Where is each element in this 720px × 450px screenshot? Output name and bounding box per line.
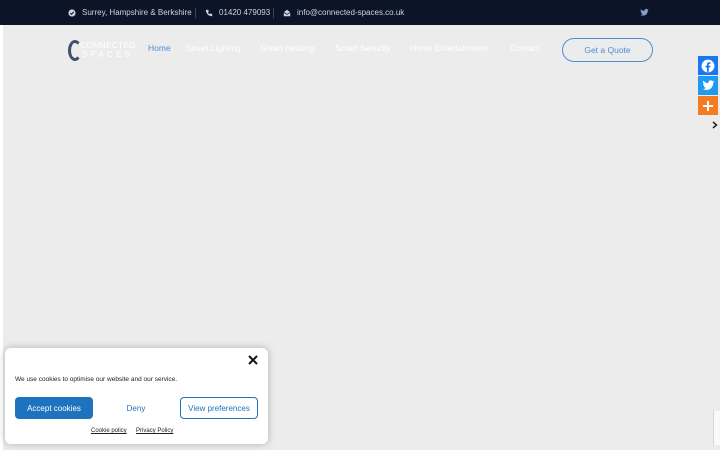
nav-contact[interactable]: Contact: [510, 43, 539, 57]
more-share-button[interactable]: [698, 96, 718, 115]
envelope-icon: [283, 9, 291, 16]
privacy-policy-link[interactable]: Privacy Policy: [136, 428, 173, 434]
deny-cookies-button[interactable]: Deny: [97, 397, 175, 419]
twitter-share-button[interactable]: [698, 76, 718, 95]
nav-smart-lighting[interactable]: Smart Lighting: [186, 43, 241, 57]
phone-icon: [205, 9, 213, 16]
more-plus-icon: [703, 100, 713, 111]
logo-line1: CONNECTED: [80, 40, 136, 50]
facebook-share-button[interactable]: [698, 56, 718, 75]
phone-item[interactable]: 01420 479093: [205, 0, 270, 25]
accept-cookies-button[interactable]: Accept cookies: [15, 397, 93, 419]
location-text: Surrey, Hampshire & Berkshire: [82, 8, 192, 17]
nav-home[interactable]: Home: [148, 43, 171, 57]
phone-text[interactable]: 01420 479093: [219, 8, 270, 17]
twitter-icon: [702, 80, 714, 90]
twitter-icon[interactable]: [640, 8, 649, 17]
nav-smart-security[interactable]: Smart Security: [335, 43, 391, 57]
divider: [195, 8, 196, 18]
view-preferences-button[interactable]: View preferences: [180, 397, 258, 419]
check-circle-icon: [68, 8, 76, 17]
divider: [273, 8, 274, 18]
nav-home-entertainment[interactable]: Home Entertainment: [410, 43, 488, 57]
nav-smart-heating[interactable]: Smart Heating: [260, 43, 314, 57]
top-contact-bar: Surrey, Hampshire & Berkshire 01420 4790…: [0, 0, 720, 25]
get-a-quote-button[interactable]: Get a Quote: [562, 38, 653, 62]
location-item: Surrey, Hampshire & Berkshire: [68, 0, 192, 25]
cookie-message: We use cookies to optimise our website a…: [15, 376, 178, 383]
recaptcha-badge: [713, 411, 720, 445]
close-icon[interactable]: [247, 354, 259, 366]
cookie-consent-banner: We use cookies to optimise our website a…: [5, 348, 268, 444]
logo-line2: SPACES: [82, 50, 134, 59]
site-logo[interactable]: CONNECTED SPACES: [68, 40, 142, 62]
cookie-policy-link[interactable]: Cookie policy: [91, 428, 127, 434]
email-item[interactable]: info@connected-spaces.co.uk: [283, 0, 404, 25]
chevron-right-icon[interactable]: [712, 121, 718, 129]
facebook-icon: [701, 59, 715, 72]
email-text[interactable]: info@connected-spaces.co.uk: [297, 8, 404, 17]
